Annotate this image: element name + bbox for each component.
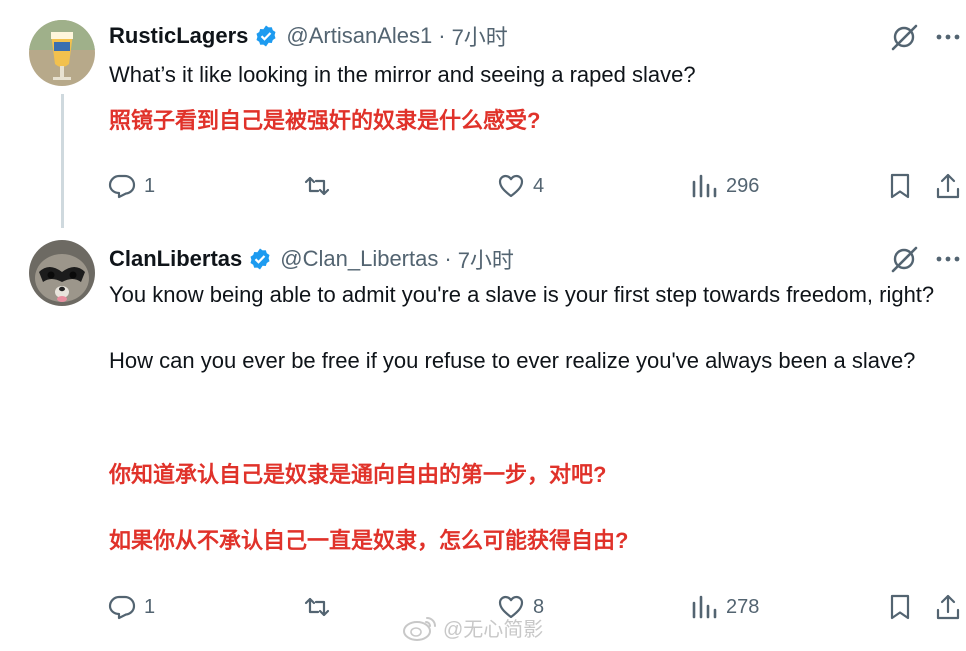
share-button[interactable] bbox=[934, 589, 962, 625]
separator-dot: · bbox=[438, 23, 446, 48]
bookmark-button[interactable] bbox=[886, 589, 914, 625]
action-bar: 1 4 296 bbox=[0, 168, 966, 204]
retweet-button[interactable] bbox=[303, 168, 339, 204]
share-icon bbox=[936, 594, 960, 620]
bookmark-icon bbox=[890, 594, 910, 620]
retweet-icon bbox=[304, 597, 330, 617]
share-button[interactable] bbox=[934, 168, 962, 204]
views-icon bbox=[692, 595, 717, 619]
tweet-header: RusticLagers @ArtisanAles1 · 7小时 bbox=[109, 21, 508, 51]
reply-count: 1 bbox=[144, 174, 156, 197]
like-icon bbox=[498, 174, 524, 198]
tweet-text: You know being able to admit you're a sl… bbox=[109, 282, 935, 373]
watermark: @无心简影 bbox=[401, 613, 543, 642]
weibo-icon bbox=[403, 616, 436, 641]
tweet-header: ClanLibertas @Clan_Libertas · 7小时 bbox=[109, 244, 514, 274]
verified-badge-icon bbox=[254, 24, 278, 48]
reply-icon bbox=[108, 174, 136, 199]
reply-count: 1 bbox=[144, 595, 156, 618]
grok-icon[interactable] bbox=[889, 22, 919, 52]
avatar-clanlibertas[interactable] bbox=[29, 240, 95, 306]
views-count: 278 bbox=[726, 595, 760, 618]
watermark-text: @无心简影 bbox=[443, 619, 544, 641]
verified-badge-icon bbox=[248, 247, 272, 271]
reply-button[interactable]: 1 bbox=[108, 589, 155, 625]
timestamp[interactable]: 7小时 bbox=[452, 20, 508, 52]
views-button[interactable]: 296 bbox=[690, 168, 759, 204]
tweet-2[interactable]: ClanLibertas @Clan_Libertas · 7小时 You kn… bbox=[0, 232, 966, 651]
tweet-translation: 你知道承认自己是奴隶是通向自由的第一步，对吧? 如果你从不承认自己一直是奴隶，怎… bbox=[109, 462, 629, 553]
like-count: 4 bbox=[533, 174, 545, 197]
tweet-translation: 照镜子看到自己是被强奸的奴隶是什么感受? bbox=[109, 108, 541, 133]
retweet-button[interactable] bbox=[303, 589, 339, 625]
share-icon bbox=[936, 173, 960, 199]
views-icon bbox=[692, 174, 717, 198]
more-icon[interactable] bbox=[934, 22, 962, 52]
handle[interactable]: @ArtisanAles1 bbox=[286, 23, 432, 49]
views-button[interactable]: 278 bbox=[690, 589, 759, 625]
tweet-text: What’s it like looking in the mirror and… bbox=[109, 62, 696, 87]
timestamp[interactable]: 7小时 bbox=[458, 243, 514, 275]
handle[interactable]: @Clan_Libertas bbox=[280, 246, 438, 272]
bookmark-button[interactable] bbox=[886, 168, 914, 204]
more-icon[interactable] bbox=[934, 244, 962, 274]
display-name[interactable]: RusticLagers bbox=[109, 23, 248, 49]
views-count: 296 bbox=[726, 174, 760, 197]
reply-icon bbox=[108, 595, 136, 620]
reply-button[interactable]: 1 bbox=[108, 168, 155, 204]
separator-dot: · bbox=[444, 246, 452, 271]
thread-line bbox=[61, 94, 64, 228]
avatar-rusticlagers[interactable] bbox=[29, 20, 95, 86]
bookmark-icon bbox=[890, 173, 910, 199]
like-button[interactable]: 4 bbox=[497, 168, 544, 204]
display-name[interactable]: ClanLibertas bbox=[109, 246, 242, 272]
tweet-1[interactable]: RusticLagers @ArtisanAles1 · 7小时 What’s … bbox=[0, 0, 966, 232]
retweet-icon bbox=[304, 176, 330, 196]
grok-icon[interactable] bbox=[889, 244, 919, 274]
